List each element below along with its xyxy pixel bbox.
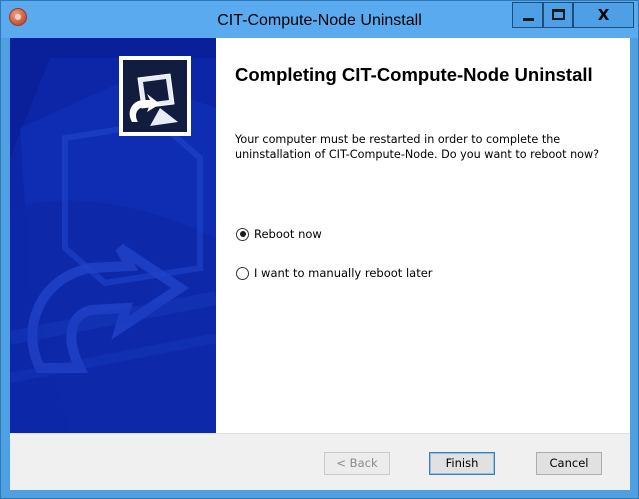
reboot-now-label[interactable]: Reboot now: [254, 227, 322, 241]
minimize-icon: [523, 18, 534, 21]
cancel-button[interactable]: Cancel: [536, 452, 602, 475]
wizard-side-banner: [10, 38, 216, 433]
reboot-later-radio[interactable]: [236, 266, 249, 280]
page-heading: Completing CIT-Compute-Node Uninstall: [235, 64, 593, 85]
reboot-now-option[interactable]: Reboot now: [236, 225, 322, 243]
uninstall-window: CIT-Compute-Node Uninstall X Completing …: [0, 0, 639, 499]
close-button[interactable]: X: [573, 2, 634, 28]
maximize-button[interactable]: [543, 2, 573, 28]
back-button[interactable]: < Back: [324, 452, 390, 475]
close-icon: X: [597, 6, 610, 24]
wizard-content: Completing CIT-Compute-Node Uninstall Yo…: [216, 38, 630, 433]
finish-button[interactable]: Finish: [429, 452, 495, 475]
banner-artwork: [10, 38, 216, 433]
reboot-later-label[interactable]: I want to manually reboot later: [254, 266, 433, 280]
button-bar: < Back Finish Cancel: [10, 433, 630, 490]
reboot-now-radio[interactable]: [236, 227, 249, 241]
maximize-icon: [552, 9, 565, 20]
dialog-client-area: Completing CIT-Compute-Node Uninstall Yo…: [10, 38, 630, 490]
reboot-description: Your computer must be restarted in order…: [235, 133, 600, 161]
title-bar[interactable]: CIT-Compute-Node Uninstall X: [1, 1, 638, 38]
minimize-button[interactable]: [512, 2, 543, 28]
reboot-later-option[interactable]: I want to manually reboot later: [236, 264, 433, 282]
